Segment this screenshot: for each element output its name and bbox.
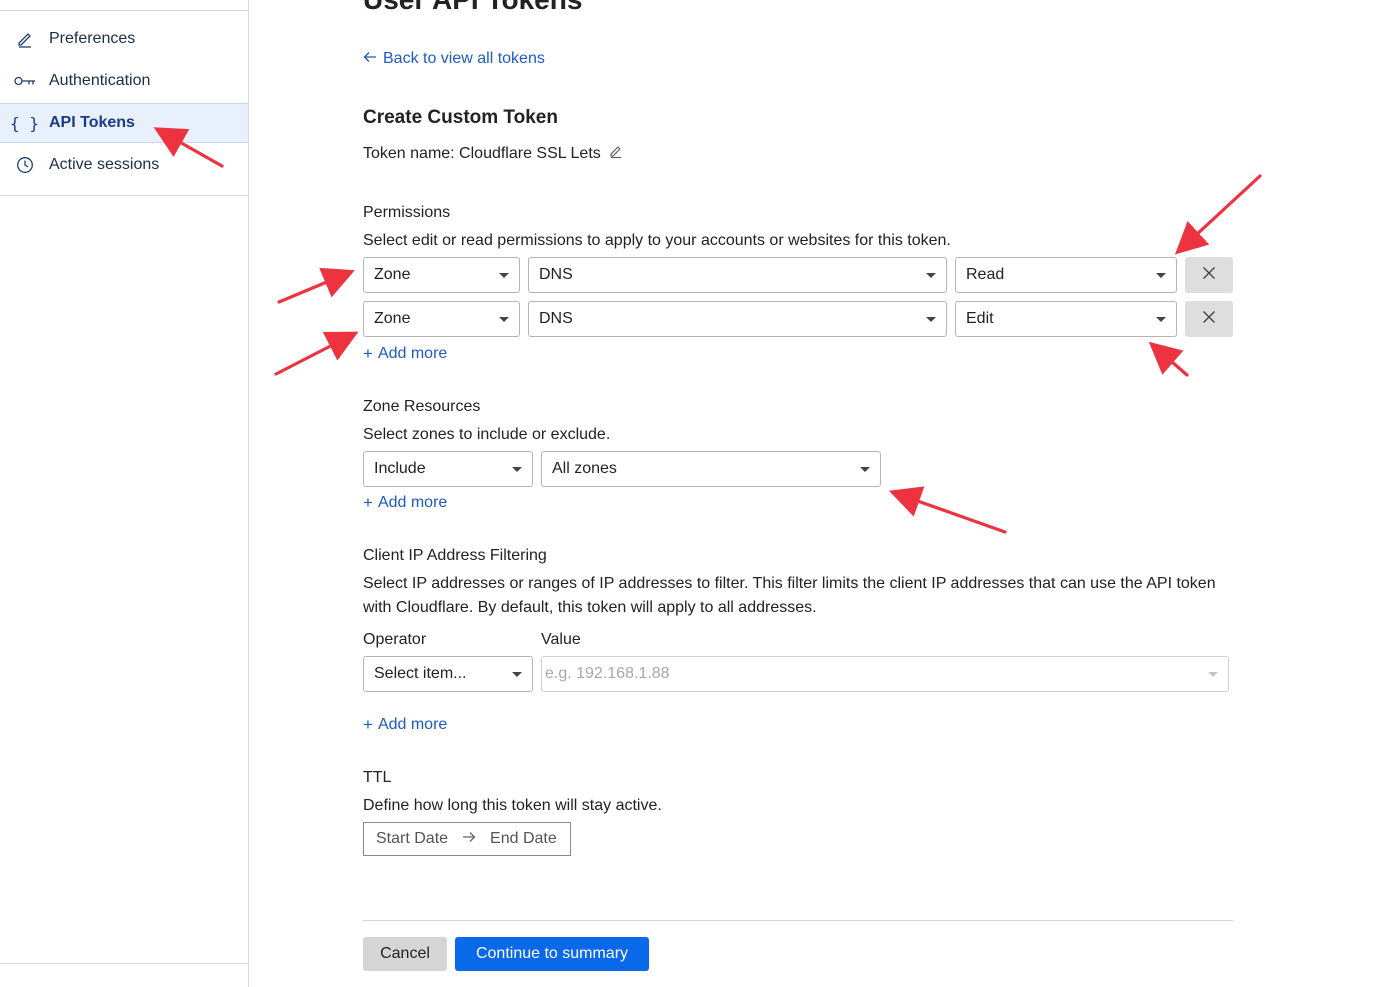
close-icon xyxy=(1202,310,1216,329)
sidebar-item-active-sessions[interactable]: Active sessions xyxy=(0,145,248,185)
permissions-label: Permissions xyxy=(363,204,451,221)
back-to-tokens-link[interactable]: Back to view all tokens xyxy=(363,50,545,68)
arrow-left-icon xyxy=(363,50,377,68)
sidebar: Preferences Authentication { } API Token… xyxy=(0,0,249,987)
key-icon xyxy=(0,75,49,87)
zone-mode-select[interactable]: Include xyxy=(363,451,533,487)
end-date-field[interactable]: End Date xyxy=(490,830,557,848)
permission-resource-select-1[interactable]: DNS xyxy=(528,257,947,293)
remove-permission-button-2[interactable] xyxy=(1185,301,1233,337)
sidebar-item-label: Authentication xyxy=(49,72,151,89)
sidebar-item-label: API Tokens xyxy=(49,114,135,131)
caret-down-icon xyxy=(499,317,509,322)
select-value: Read xyxy=(966,266,1005,283)
permission-access-select-1[interactable]: Read xyxy=(955,257,1177,293)
value-label: Value xyxy=(541,631,581,648)
ttl-date-range-picker[interactable]: Start Date End Date xyxy=(363,822,571,856)
plus-icon: + xyxy=(363,715,373,734)
annotation-arrow xyxy=(888,486,1007,534)
select-value: Zone xyxy=(374,310,411,327)
remove-permission-button-1[interactable] xyxy=(1185,257,1233,293)
sidebar-item-label: Preferences xyxy=(49,30,136,47)
edit-pencil-icon[interactable] xyxy=(609,144,623,163)
ip-filtering-description: Select IP addresses or ranges of IP addr… xyxy=(363,575,1216,616)
form-title: Create Custom Token xyxy=(363,107,558,128)
ip-value-field[interactable] xyxy=(545,665,1160,683)
token-name-text: Token name: Cloudflare SSL Lets xyxy=(363,144,601,162)
caret-down-icon xyxy=(1156,273,1166,278)
operator-label: Operator xyxy=(363,631,427,648)
sidebar-item-preferences[interactable]: Preferences xyxy=(0,19,248,59)
permission-access-select-2[interactable]: Edit xyxy=(955,301,1177,337)
caret-down-icon xyxy=(1156,317,1166,322)
arrow-right-icon xyxy=(462,830,476,848)
sidebar-divider xyxy=(0,963,248,964)
permission-scope-select-1[interactable]: Zone xyxy=(363,257,520,293)
select-value: DNS xyxy=(539,266,573,283)
permissions-description: Select edit or read permissions to apply… xyxy=(363,232,951,249)
page-title: User API Tokens xyxy=(363,0,582,16)
sidebar-divider xyxy=(0,10,248,11)
select-value: Zone xyxy=(374,266,411,283)
annotation-arrow xyxy=(277,267,355,304)
braces-icon: { } xyxy=(10,113,39,133)
zone-resources-description: Select zones to include or exclude. xyxy=(363,426,611,443)
select-value: DNS xyxy=(539,310,573,327)
add-zone-link[interactable]: + Add more xyxy=(363,493,447,513)
select-value: All zones xyxy=(552,460,617,477)
ttl-label: TTL xyxy=(363,769,392,786)
sidebar-divider xyxy=(0,195,248,196)
ttl-description: Define how long this token will stay act… xyxy=(363,797,662,814)
cancel-button[interactable]: Cancel xyxy=(363,937,447,971)
zone-resources-label: Zone Resources xyxy=(363,398,481,415)
permission-scope-select-2[interactable]: Zone xyxy=(363,301,520,337)
clock-icon xyxy=(0,156,49,174)
add-more-label: Add more xyxy=(377,345,448,362)
annotation-arrow xyxy=(1148,341,1189,377)
add-more-label: Add more xyxy=(377,716,448,733)
sidebar-item-api-tokens[interactable]: { } API Tokens xyxy=(0,103,248,143)
select-value: Select item... xyxy=(374,665,467,682)
caret-down-icon xyxy=(512,467,522,472)
close-icon xyxy=(1202,266,1216,285)
pencil-icon xyxy=(0,30,49,48)
plus-icon: + xyxy=(363,344,373,363)
back-link-label: Back to view all tokens xyxy=(383,50,545,67)
caret-down-icon xyxy=(926,317,936,322)
ip-filtering-label: Client IP Address Filtering xyxy=(363,547,547,564)
annotation-arrow xyxy=(1174,174,1262,255)
select-value: Include xyxy=(374,460,426,477)
caret-down-icon xyxy=(860,467,870,472)
token-name: Token name: Cloudflare SSL Lets xyxy=(363,144,623,163)
add-ip-filter-link[interactable]: + Add more xyxy=(363,715,447,735)
add-more-label: Add more xyxy=(377,494,448,511)
sidebar-item-authentication[interactable]: Authentication xyxy=(0,61,248,101)
caret-down-icon xyxy=(1208,672,1218,677)
ip-operator-select[interactable]: Select item... xyxy=(363,656,533,692)
plus-icon: + xyxy=(363,493,373,512)
permission-resource-select-2[interactable]: DNS xyxy=(528,301,947,337)
caret-down-icon xyxy=(499,273,509,278)
caret-down-icon xyxy=(512,672,522,677)
start-date-field[interactable]: Start Date xyxy=(376,830,448,848)
sidebar-item-label: Active sessions xyxy=(49,156,160,173)
add-permission-link[interactable]: + Add more xyxy=(363,344,447,364)
continue-to-summary-button[interactable]: Continue to summary xyxy=(455,937,649,971)
footer-divider xyxy=(363,920,1233,921)
select-value: Edit xyxy=(966,310,994,327)
zone-select[interactable]: All zones xyxy=(541,451,881,487)
caret-down-icon xyxy=(926,273,936,278)
ip-value-input[interactable] xyxy=(541,656,1229,692)
annotation-arrow xyxy=(274,331,359,376)
